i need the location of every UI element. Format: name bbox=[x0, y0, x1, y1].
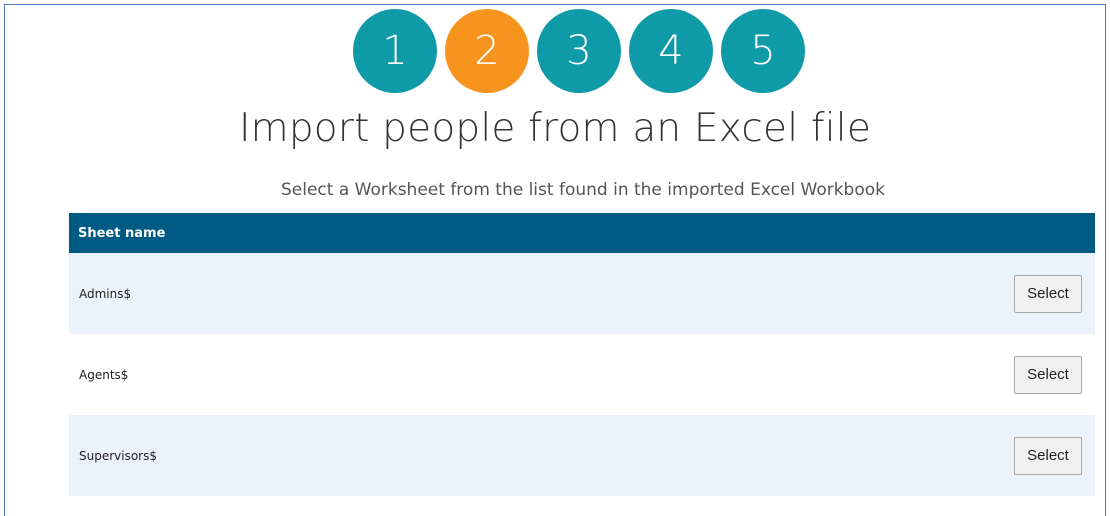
table-header: Sheet name bbox=[69, 213, 1095, 253]
select-button[interactable]: Select bbox=[1014, 274, 1082, 313]
step-2-active[interactable]: 2 bbox=[445, 9, 529, 93]
sheet-name-cell: Agents$ bbox=[79, 367, 129, 382]
page-subtitle: Select a Worksheet from the list found i… bbox=[280, 180, 885, 200]
worksheet-table: Sheet name Admins$ Select Agents$ Select… bbox=[69, 213, 1095, 496]
column-header-sheet-name: Sheet name bbox=[78, 225, 166, 241]
table-row: Agents$ Select bbox=[69, 334, 1095, 415]
step-1[interactable]: 1 bbox=[353, 9, 437, 93]
step-5[interactable]: 5 bbox=[721, 9, 805, 93]
wizard-steps: 1 2 3 4 5 bbox=[353, 9, 805, 93]
step-4[interactable]: 4 bbox=[629, 9, 713, 93]
select-button[interactable]: Select bbox=[1014, 436, 1082, 475]
step-3[interactable]: 3 bbox=[537, 9, 621, 93]
table-row: Supervisors$ Select bbox=[69, 415, 1095, 496]
page-title: Import people from an Excel file bbox=[238, 106, 872, 151]
sheet-name-cell: Supervisors$ bbox=[79, 448, 158, 463]
sheet-name-cell: Admins$ bbox=[79, 286, 132, 301]
select-button[interactable]: Select bbox=[1014, 355, 1082, 394]
table-row: Admins$ Select bbox=[69, 253, 1095, 334]
